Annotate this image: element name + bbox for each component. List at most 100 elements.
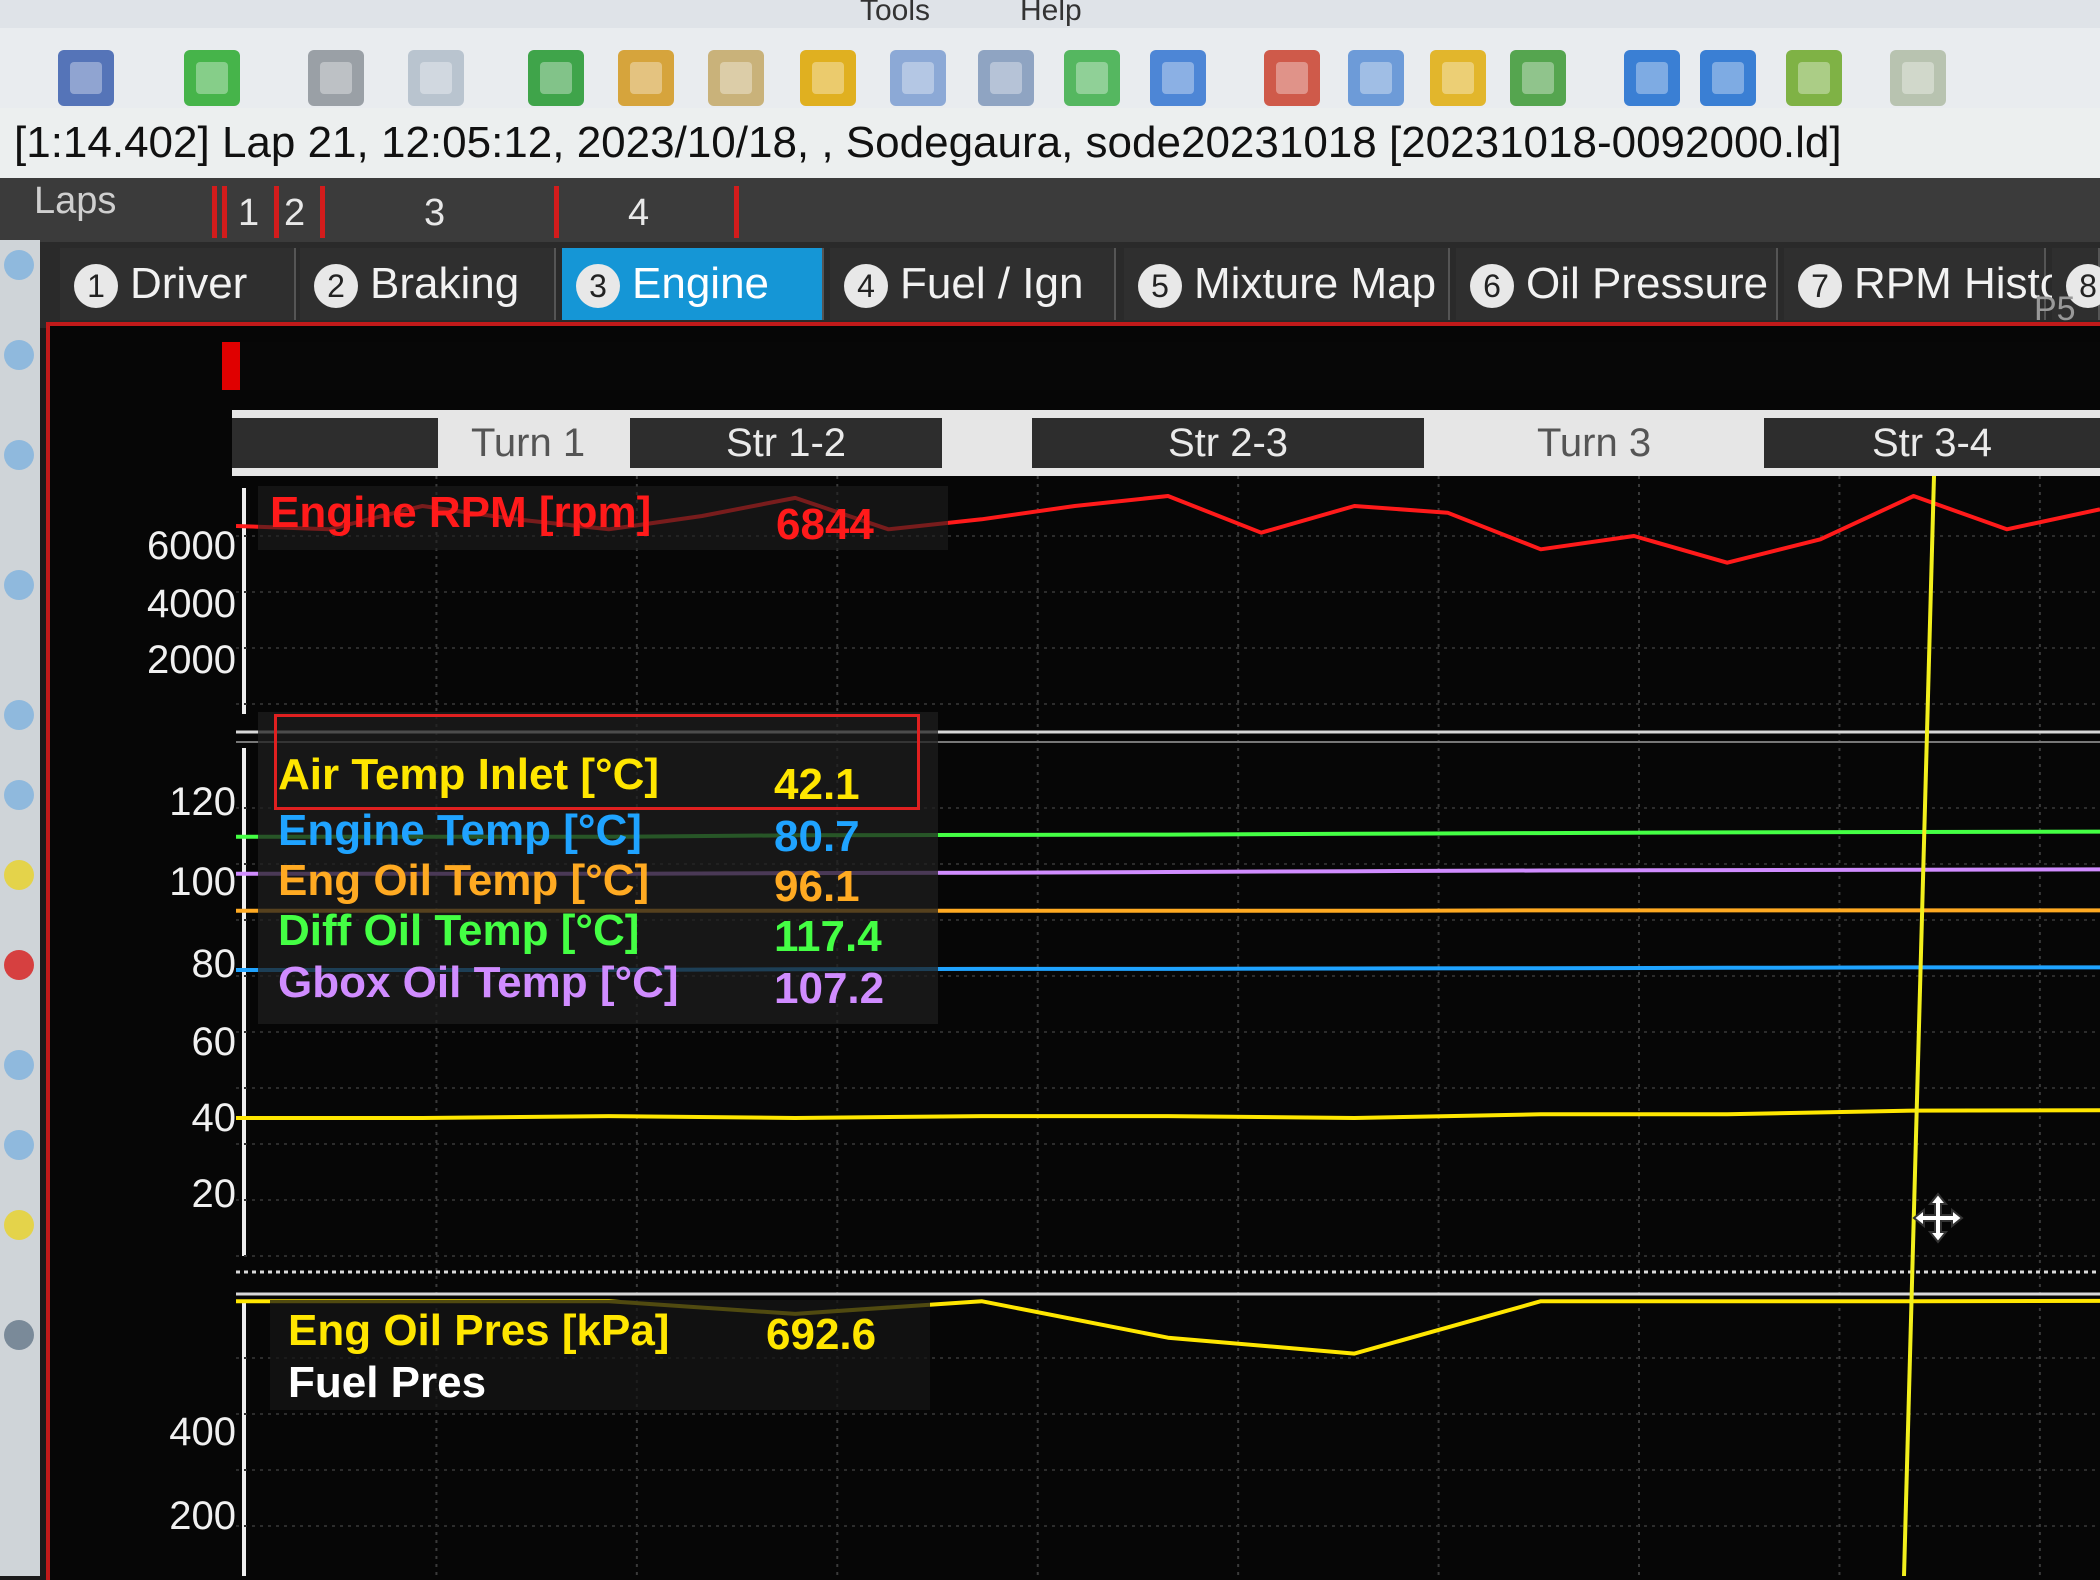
- legend-eng-oil-temp-value: 96.1: [774, 862, 860, 912]
- sector-segment[interactable]: [942, 418, 1032, 468]
- menu-help[interactable]: Help: [1020, 0, 1082, 28]
- tab-driver[interactable]: 1 Driver: [60, 248, 296, 320]
- side-toolbar: [0, 240, 40, 1576]
- legend-fuel-pres-label[interactable]: Fuel Pres: [288, 1358, 486, 1408]
- temp-tick-label: 120: [76, 780, 236, 825]
- lap-marker: [222, 186, 227, 238]
- sector-turn-1[interactable]: Turn 1: [438, 418, 618, 468]
- session-info-text: [1:14.402] Lap 21, 12:05:12, 2023/10/18,…: [14, 118, 1842, 168]
- lap-1[interactable]: 1: [238, 192, 259, 235]
- sector-str-3-4[interactable]: Str 3-4: [1764, 418, 2100, 468]
- track-icon[interactable]: [1510, 50, 1566, 106]
- marker-icon[interactable]: [1786, 50, 1842, 106]
- temp-tick-label: 80: [76, 942, 236, 987]
- layers-icon[interactable]: [1430, 50, 1486, 106]
- calculator-icon[interactable]: [890, 50, 946, 106]
- legend-engine-temp-label[interactable]: Engine Temp [°C]: [278, 806, 642, 856]
- tab-number: 1: [74, 264, 118, 308]
- select-tool-icon[interactable]: [4, 340, 34, 370]
- tab-fuel-ign[interactable]: 4Fuel / Ign: [830, 248, 1116, 320]
- sector-str-2-3[interactable]: Str 2-3: [1032, 418, 1424, 468]
- tab-number: 5: [1138, 264, 1182, 308]
- legend-engine-rpm-value: 6844: [776, 500, 874, 550]
- tab-label: RPM Histo: [1854, 259, 2064, 308]
- legend-gbox-oil-temp-value: 107.2: [774, 964, 884, 1014]
- lap-4[interactable]: 4: [628, 192, 649, 235]
- nav-back-icon[interactable]: [1624, 50, 1680, 106]
- laps-bar: [0, 178, 2100, 242]
- lap-marker: [554, 186, 559, 238]
- series-line-air-temp-inlet-c: [236, 1110, 2100, 1118]
- tab-label: Engine: [632, 259, 769, 308]
- lap-marker: [274, 186, 279, 238]
- tab-engine[interactable]: 3 Engine: [562, 248, 824, 320]
- legend-engine-rpm-label[interactable]: Engine RPM [rpm]: [270, 488, 651, 538]
- telemetry-plot[interactable]: [236, 476, 2100, 1576]
- sector-str-1-2[interactable]: Str 1-2: [630, 418, 942, 468]
- tab-number: 7: [1798, 264, 1842, 308]
- y-axis-column: 6000 4000 2000 120 100 80 60 40 20 400 2…: [46, 476, 236, 1576]
- pres-tick-label: 200: [76, 1494, 236, 1539]
- cursor-tool-icon[interactable]: [4, 250, 34, 280]
- move-cursor-icon: [1910, 1190, 1966, 1246]
- sector-turn-3[interactable]: Turn 3: [1424, 418, 1764, 468]
- print-icon[interactable]: [308, 50, 364, 106]
- edit-icon[interactable]: [708, 50, 764, 106]
- legend-air-temp-value: 42.1: [774, 760, 860, 810]
- legend-gbox-oil-temp-label[interactable]: Gbox Oil Temp [°C]: [278, 958, 679, 1008]
- save-icon[interactable]: [58, 50, 114, 106]
- tab-mixture-map[interactable]: 5 Mixture Map: [1124, 248, 1450, 320]
- lap-3[interactable]: 3: [424, 192, 445, 235]
- flag-icon[interactable]: [618, 50, 674, 106]
- nav-forward-icon[interactable]: [1700, 50, 1756, 106]
- temp-tick-label: 20: [76, 1172, 236, 1217]
- clock-icon[interactable]: [1348, 50, 1404, 106]
- lap-marker: [320, 186, 325, 238]
- list-icon[interactable]: [978, 50, 1034, 106]
- zoom-fit-icon[interactable]: [4, 860, 34, 890]
- lap-marker: [212, 186, 217, 238]
- tab-oil-pressure[interactable]: 6 Oil Pressure: [1456, 248, 1778, 320]
- grid-icon[interactable]: [1264, 50, 1320, 106]
- zoom-tool-icon[interactable]: [4, 570, 34, 600]
- rpm-tick-label: 4000: [76, 582, 236, 627]
- tab-braking[interactable]: 2Braking: [300, 248, 556, 320]
- tab-label: Fuel / Ign: [900, 259, 1083, 308]
- zoom-out-icon[interactable]: [4, 780, 34, 810]
- tab-label: Oil Pressure: [1526, 259, 1768, 308]
- print-preview-icon[interactable]: [408, 50, 464, 106]
- measure-tool-icon[interactable]: [4, 440, 34, 470]
- zoom-in-icon[interactable]: [4, 700, 34, 730]
- sector-segment[interactable]: [232, 418, 438, 468]
- cursor-line: [1904, 476, 1934, 1576]
- zoom-icon[interactable]: [1890, 50, 1946, 106]
- legend-air-temp-label[interactable]: Air Temp Inlet [°C]: [278, 750, 659, 800]
- ruler-icon[interactable]: [1150, 50, 1206, 106]
- refresh-icon[interactable]: [528, 50, 584, 106]
- tab-number: 2: [314, 264, 358, 308]
- tab-rpm-histo[interactable]: 7RPM Histo: [1784, 248, 2046, 320]
- tab-number: 6: [1470, 264, 1514, 308]
- temp-tick-label: 100: [76, 860, 236, 905]
- fit-y-icon[interactable]: [4, 1210, 34, 1240]
- plot-grid: [236, 476, 2100, 1576]
- tab-label: Driver: [130, 259, 247, 308]
- tab-label: Mixture Map: [1194, 259, 1436, 308]
- film-icon[interactable]: [800, 50, 856, 106]
- rpm-tick-label: 6000: [76, 524, 236, 569]
- zoom-out-y-icon[interactable]: [4, 1130, 34, 1160]
- ruler-tool-icon[interactable]: [4, 1320, 34, 1350]
- zoom-in-y-icon[interactable]: [4, 1050, 34, 1080]
- checklist-icon[interactable]: [1064, 50, 1120, 106]
- menu-tools[interactable]: Tools: [860, 0, 930, 28]
- legend-eng-oil-pres-label[interactable]: Eng Oil Pres [kPa]: [288, 1306, 669, 1356]
- lap-2[interactable]: 2: [284, 192, 305, 235]
- record-icon[interactable]: [4, 950, 34, 980]
- overview-bar[interactable]: [222, 342, 2100, 390]
- download-icon[interactable]: [184, 50, 240, 106]
- legend-eng-oil-pres-value: 692.6: [766, 1310, 876, 1360]
- tab-number: 3: [576, 264, 620, 308]
- legend-eng-oil-temp-label[interactable]: Eng Oil Temp [°C]: [278, 856, 649, 906]
- legend-diff-oil-temp-label[interactable]: Diff Oil Temp [°C]: [278, 906, 639, 956]
- lap-marker: [734, 186, 739, 238]
